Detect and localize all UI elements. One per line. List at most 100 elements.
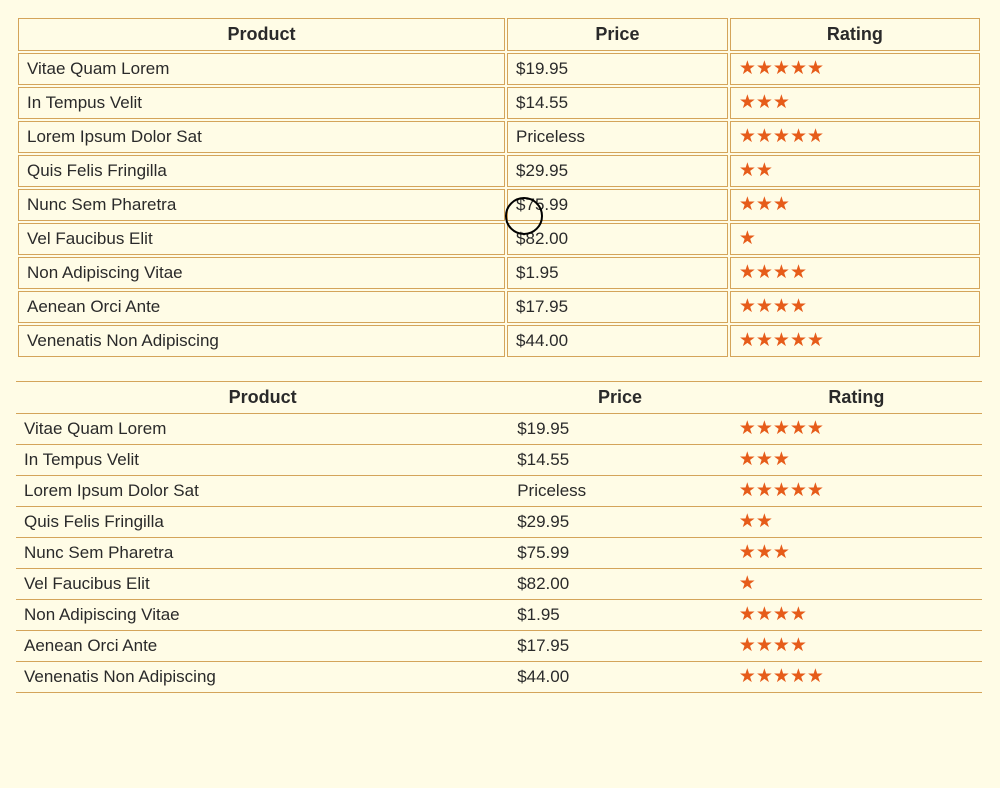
rating-stars-icon: ★★★★ (739, 296, 807, 317)
table-row: Quis Felis Fringilla$29.95 ★★ (16, 507, 982, 538)
cell-price: $1.95 (509, 600, 731, 631)
cell-product: Aenean Orci Ante (16, 631, 509, 662)
cell-rating: ★★★★ (730, 257, 980, 289)
table-body-ruled: Vitae Quam Lorem$19.95★★★★★In Tempus Vel… (16, 414, 982, 693)
table-row: Nunc Sem Pharetra$75.99 ★★★ (18, 189, 980, 221)
table-row: In Tempus Velit$14.55 ★★★ (18, 87, 980, 119)
table-row: Non Adipiscing Vitae$1.95 ★★★★ (18, 257, 980, 289)
cell-product: Nunc Sem Pharetra (18, 189, 505, 221)
cell-price: $82.00 (509, 569, 731, 600)
cell-rating: ★★★ (731, 445, 982, 476)
rating-stars-icon: ★★★★★ (739, 126, 824, 147)
header-price: Price (507, 18, 728, 51)
cell-product: Non Adipiscing Vitae (16, 600, 509, 631)
cell-product: Quis Felis Fringilla (16, 507, 509, 538)
table-row: Aenean Orci Ante$17.95 ★★★★ (16, 631, 982, 662)
cell-product: Non Adipiscing Vitae (18, 257, 505, 289)
header-rating: Rating (731, 382, 982, 414)
rating-stars-icon: ★★★★★ (739, 58, 824, 79)
header-rating: Rating (730, 18, 980, 51)
rating-stars-icon: ★★★★ (739, 635, 807, 656)
cell-price: $82.00 (507, 223, 728, 255)
cell-product: Nunc Sem Pharetra (16, 538, 509, 569)
cell-price: $44.00 (507, 325, 728, 357)
cell-rating: ★★★ (730, 87, 980, 119)
cell-rating: ★★★★ (731, 631, 982, 662)
table-body-bordered: Vitae Quam Lorem$19.95★★★★★In Tempus Vel… (18, 53, 980, 357)
rating-stars-icon: ★★★ (739, 542, 790, 563)
cell-rating: ★★★ (730, 189, 980, 221)
cell-price: Priceless (507, 121, 728, 153)
table-row: Venenatis Non Adipiscing$44.00 ★★★★★ (16, 662, 982, 693)
rating-stars-icon: ★★ (739, 160, 773, 181)
cell-price: $44.00 (509, 662, 731, 693)
table-row: Non Adipiscing Vitae$1.95 ★★★★ (16, 600, 982, 631)
cell-rating: ★★ (731, 507, 982, 538)
table-row: In Tempus Velit$14.55 ★★★ (16, 445, 982, 476)
table-row: Lorem Ipsum Dolor SatPriceless ★★★★★ (18, 121, 980, 153)
table-header-row: Product Price Rating (18, 18, 980, 51)
table-row: Vitae Quam Lorem$19.95 ★★★★★ (16, 414, 982, 445)
rating-stars-icon: ★★★ (739, 194, 790, 215)
cell-price: $17.95 (509, 631, 731, 662)
cell-price: $1.95 (507, 257, 728, 289)
table-header-row: Product Price Rating (16, 382, 982, 414)
cell-product: Vitae Quam Lorem (18, 53, 505, 85)
rating-stars-icon: ★★★★★ (739, 666, 824, 687)
cell-price: $14.55 (509, 445, 731, 476)
rating-stars-icon: ★★★★ (739, 604, 807, 625)
rating-stars-icon: ★★★★★ (739, 330, 824, 351)
cell-price: $75.99 (509, 538, 731, 569)
cell-rating: ★★★★★ (731, 414, 982, 445)
cell-price: $29.95 (509, 507, 731, 538)
cell-rating: ★★★★★ (730, 325, 980, 357)
cell-product: Vitae Quam Lorem (16, 414, 509, 445)
header-price: Price (509, 382, 731, 414)
cell-rating: ★★★★★ (731, 662, 982, 693)
cell-price: $17.95 (507, 291, 728, 323)
cell-product: Vel Faucibus Elit (16, 569, 509, 600)
table-row: Venenatis Non Adipiscing$44.00 ★★★★★ (18, 325, 980, 357)
cell-price: $29.95 (507, 155, 728, 187)
header-product: Product (16, 382, 509, 414)
cell-product: Lorem Ipsum Dolor Sat (18, 121, 505, 153)
table-row: Quis Felis Fringilla$29.95 ★★ (18, 155, 980, 187)
rating-stars-icon: ★★★★ (739, 262, 807, 283)
rating-stars-icon: ★ (739, 573, 756, 594)
table-row: Lorem Ipsum Dolor SatPriceless★★★★★ (16, 476, 982, 507)
cell-price: $19.95 (507, 53, 728, 85)
cell-rating: ★ (730, 223, 980, 255)
rating-stars-icon: ★★★ (739, 92, 790, 113)
cell-product: In Tempus Velit (16, 445, 509, 476)
rating-stars-icon: ★ (739, 228, 756, 249)
rating-stars-icon: ★★★★★ (739, 480, 824, 501)
table-row: Aenean Orci Ante$17.95 ★★★★ (18, 291, 980, 323)
cell-price: $75.99 (507, 189, 728, 221)
cell-price: Priceless (509, 476, 731, 507)
products-table-bordered: Product Price Rating Vitae Quam Lorem$19… (16, 16, 982, 359)
header-product: Product (18, 18, 505, 51)
cell-rating: ★ (731, 569, 982, 600)
cell-rating: ★★★★ (730, 291, 980, 323)
cell-product: Quis Felis Fringilla (18, 155, 505, 187)
cell-rating: ★★★★★ (731, 476, 982, 507)
rating-stars-icon: ★★ (739, 511, 773, 532)
cell-product: Venenatis Non Adipiscing (16, 662, 509, 693)
cell-product: Vel Faucibus Elit (18, 223, 505, 255)
products-table-ruled: Product Price Rating Vitae Quam Lorem$19… (16, 381, 982, 693)
rating-stars-icon: ★★★ (739, 449, 790, 470)
cell-product: In Tempus Velit (18, 87, 505, 119)
table-row: Nunc Sem Pharetra$75.99 ★★★ (16, 538, 982, 569)
cell-price: $14.55 (507, 87, 728, 119)
cell-rating: ★★ (730, 155, 980, 187)
rating-stars-icon: ★★★★★ (739, 418, 824, 439)
cell-product: Aenean Orci Ante (18, 291, 505, 323)
cell-product: Venenatis Non Adipiscing (18, 325, 505, 357)
cell-rating: ★★★ (731, 538, 982, 569)
table-row: Vitae Quam Lorem$19.95 ★★★★★ (18, 53, 980, 85)
table-row: Vel Faucibus Elit$82.00 ★ (18, 223, 980, 255)
cell-rating: ★★★★ (731, 600, 982, 631)
table-row: Vel Faucibus Elit$82.00 ★ (16, 569, 982, 600)
cell-price: $19.95 (509, 414, 731, 445)
cell-rating: ★★★★★ (730, 121, 980, 153)
